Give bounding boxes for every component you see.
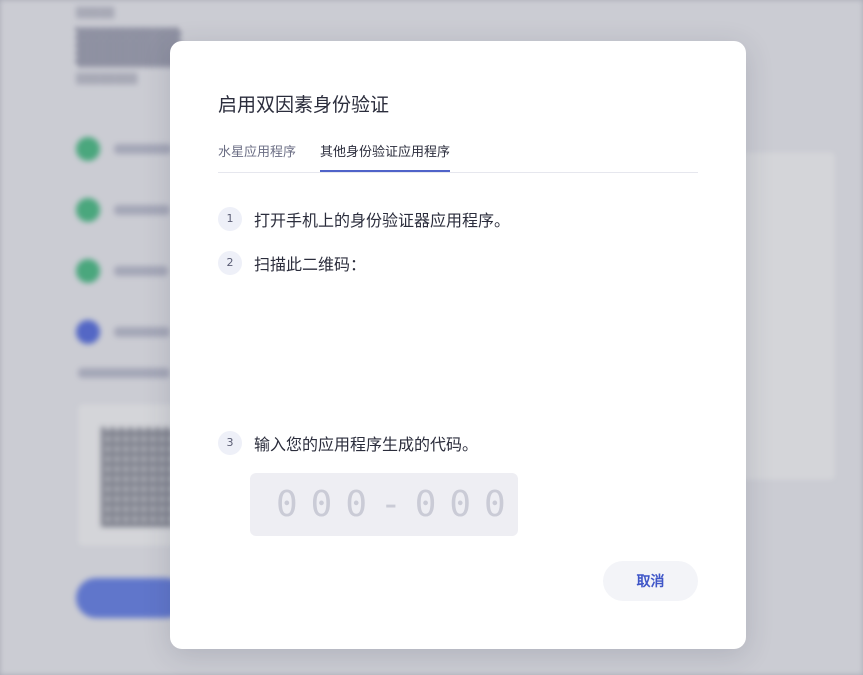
two-factor-dialog: 启用双因素身份验证 水星应用程序 其他身份验证应用程序 1 打开手机上的身份验证… <box>170 41 746 649</box>
cancel-button[interactable]: 取消 <box>603 561 698 601</box>
step-open-app: 1 打开手机上的身份验证器应用程序。 <box>218 207 510 231</box>
tab-bar: 水星应用程序 其他身份验证应用程序 <box>218 141 698 173</box>
verification-code-input[interactable] <box>250 473 518 536</box>
step-text: 打开手机上的身份验证器应用程序。 <box>254 211 511 230</box>
tab-other-authenticator-app[interactable]: 其他身份验证应用程序 <box>320 141 451 172</box>
dialog-title: 启用双因素身份验证 <box>218 94 390 116</box>
step-number-badge: 3 <box>218 431 242 455</box>
step-text: 输入您的应用程序生成的代码。 <box>254 435 479 454</box>
step-scan-qr: 2 扫描此二维码： <box>218 251 366 275</box>
step-text: 扫描此二维码： <box>254 255 367 274</box>
step-number-badge: 2 <box>218 251 242 275</box>
tab-mercury-app[interactable]: 水星应用程序 <box>218 141 296 172</box>
step-enter-code: 3 输入您的应用程序生成的代码。 <box>218 431 478 455</box>
step-number-badge: 1 <box>218 207 242 231</box>
qr-code-area <box>254 279 414 419</box>
